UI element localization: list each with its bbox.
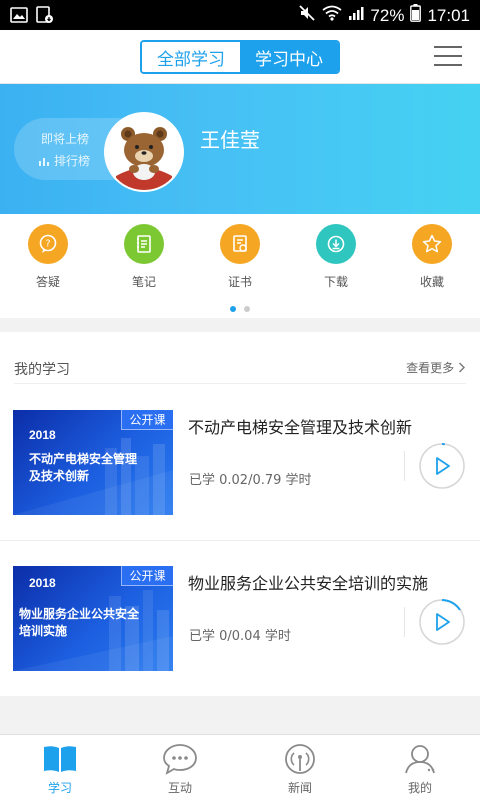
course-item[interactable]: 公开课 2018 物业服务企业公共安全 培训实施 物业服务企业公共安全培训的实施… — [0, 540, 480, 695]
certificate-icon — [220, 224, 260, 264]
thumbnail-title-line: 不动产电梯安全管理 — [29, 452, 138, 466]
tab-news[interactable]: 新闻 — [260, 741, 340, 796]
action-download[interactable]: 下载 — [301, 224, 371, 290]
avatar[interactable] — [104, 112, 184, 192]
quick-actions: ? 答疑 笔记 证书 下载 收藏 — [0, 214, 480, 318]
qa-icon: ? — [28, 224, 68, 264]
view-more-label: 查看更多 — [406, 361, 455, 375]
tab-learning-center[interactable]: 学习中心 — [240, 42, 338, 72]
page-indicator — [0, 306, 480, 312]
action-label: 笔记 — [131, 275, 156, 289]
download-notification-icon — [36, 6, 54, 28]
action-notes[interactable]: 笔记 — [109, 224, 179, 290]
bottom-tab-bar: 学习 互动 新闻 我的 — [0, 734, 480, 800]
tab-learning[interactable]: 学习 — [20, 741, 100, 796]
course-title[interactable]: 物业服务企业公共安全培训的实施 — [188, 570, 428, 594]
signal-icon — [348, 5, 364, 26]
play-icon — [419, 443, 465, 489]
action-favorites[interactable]: 收藏 — [397, 224, 467, 290]
ranking-link-label: 排行榜 — [54, 154, 91, 168]
download-icon — [316, 224, 356, 264]
section-title: 我的学习 — [14, 362, 70, 378]
user-name: 王佳莹 — [200, 128, 260, 152]
battery-percent: 72% — [370, 5, 405, 25]
play-button[interactable] — [418, 442, 466, 490]
ranking-link[interactable]: 排行榜 — [38, 152, 90, 169]
thumbnail-title-line: 及技术创新 — [29, 469, 90, 483]
svg-text:?: ? — [45, 239, 50, 250]
battery-icon — [410, 4, 422, 27]
tab-profile[interactable]: 我的 — [380, 741, 460, 796]
profile-banner: 即将上榜 排行榜 王佳莹 — [0, 84, 480, 214]
book-icon — [20, 741, 100, 777]
hamburger-menu-icon[interactable] — [434, 44, 462, 68]
wifi-icon — [322, 5, 342, 26]
course-progress: 已学 0.02/0.79 学时 — [189, 473, 312, 488]
mute-icon — [298, 4, 316, 27]
chat-bubble-icon — [140, 741, 220, 777]
play-icon — [419, 599, 465, 645]
action-certificate[interactable]: 证书 — [205, 224, 275, 290]
thumbnail-year: 2018 — [29, 576, 56, 590]
clock: 17:01 — [427, 5, 470, 25]
action-label: 收藏 — [419, 275, 444, 289]
favorite-icon — [412, 224, 452, 264]
bear-avatar-icon — [106, 114, 182, 190]
page-dot[interactable] — [244, 306, 250, 312]
chevron-right-icon — [458, 361, 466, 375]
view-more-link[interactable]: 查看更多 — [406, 359, 466, 376]
thumbnail-year: 2018 — [29, 428, 56, 442]
page-dot-active[interactable] — [230, 306, 236, 312]
tab-label: 新闻 — [287, 781, 312, 795]
broadcast-icon — [260, 741, 340, 777]
thumbnail-title-line: 培训实施 — [19, 624, 68, 638]
section-header: 我的学习 查看更多 — [14, 332, 466, 384]
course-title[interactable]: 不动产电梯安全管理及技术创新 — [188, 414, 412, 438]
thumbnail-title-line: 物业服务企业公共安全 — [19, 607, 140, 621]
my-learning-section: 我的学习 查看更多 公开课 2018 不动产电梯安全管理 及技术创新 不动产电梯… — [0, 332, 480, 696]
tab-label: 互动 — [167, 781, 192, 795]
course-item[interactable]: 公开课 2018 不动产电梯安全管理 及技术创新 不动产电梯安全管理及技术创新 … — [0, 385, 480, 540]
course-thumbnail[interactable]: 公开课 2018 不动产电梯安全管理 及技术创新 — [13, 410, 173, 515]
bar-chart-icon — [38, 155, 50, 167]
divider — [404, 607, 405, 637]
tab-interaction[interactable]: 互动 — [140, 741, 220, 796]
action-label: 下载 — [323, 275, 348, 289]
action-label: 证书 — [227, 275, 252, 289]
course-tag: 公开课 — [121, 410, 173, 430]
action-label: 答疑 — [35, 275, 60, 289]
tab-all-learning[interactable]: 全部学习 — [142, 42, 240, 72]
course-thumbnail[interactable]: 公开课 2018 物业服务企业公共安全 培训实施 — [13, 566, 173, 671]
rank-status: 即将上榜 — [41, 132, 90, 146]
app-header: 全部学习 学习中心 — [0, 30, 480, 84]
divider — [404, 451, 405, 481]
status-bar: 72% 17:01 — [0, 0, 480, 30]
action-qa[interactable]: ? 答疑 — [13, 224, 83, 290]
gallery-notification-icon — [10, 7, 28, 27]
course-progress: 已学 0/0.04 学时 — [189, 629, 291, 644]
course-tag: 公开课 — [121, 566, 173, 586]
tab-label: 学习 — [47, 781, 72, 795]
notes-icon — [124, 224, 164, 264]
play-button[interactable] — [418, 598, 466, 646]
learning-scope-switch: 全部学习 学习中心 — [140, 40, 340, 74]
person-icon — [380, 741, 460, 777]
tab-label: 我的 — [407, 781, 432, 795]
